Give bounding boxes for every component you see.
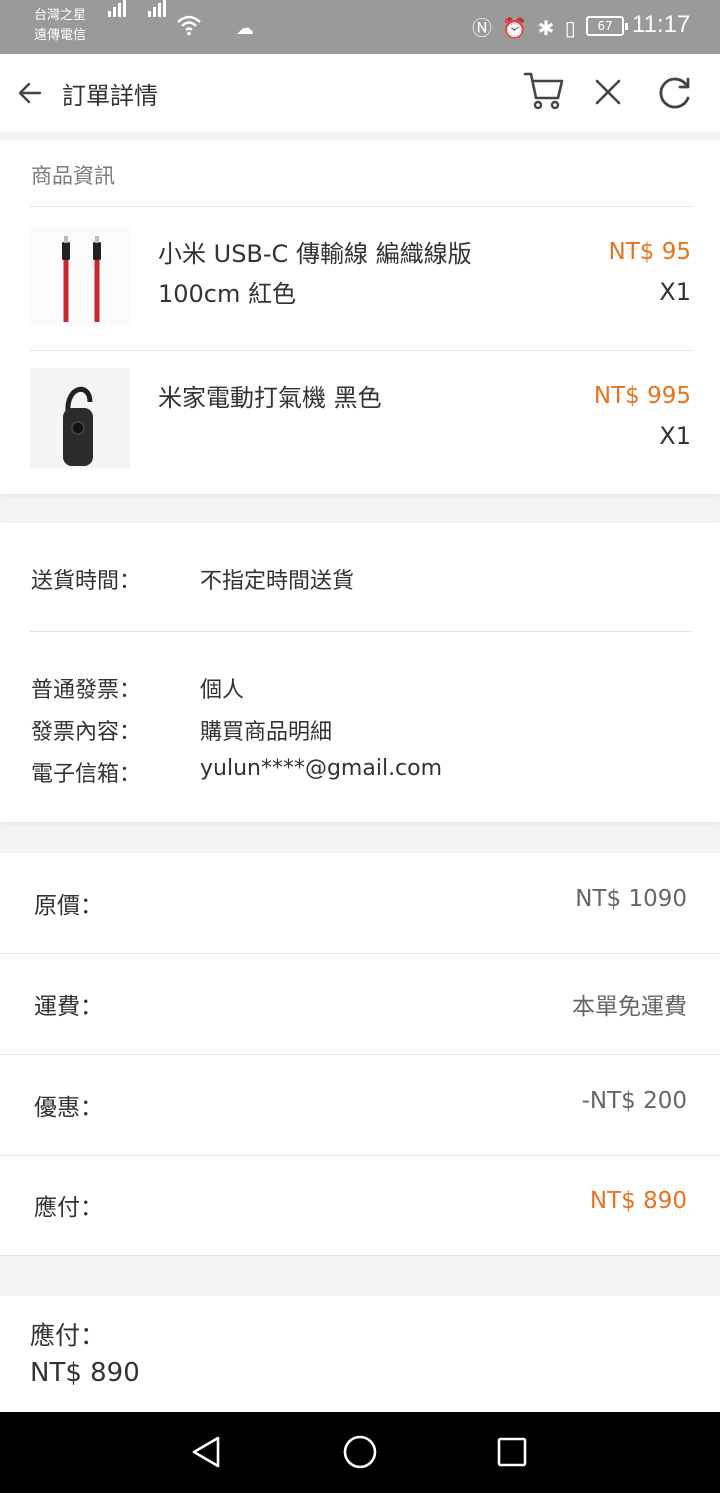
original-price-value: NT$ 1090 — [575, 886, 687, 912]
nav-recents-icon[interactable] — [492, 1432, 532, 1472]
wifi-icon — [177, 15, 201, 36]
refresh-icon[interactable] — [654, 74, 694, 114]
carrier-2: 遠傳電信 — [34, 28, 87, 43]
close-icon[interactable] — [590, 74, 626, 110]
original-price-label: 原價： — [34, 893, 103, 919]
delivery-time-value: 不指定時間送貨 — [200, 569, 355, 594]
invoice-content-label: 發票內容： — [31, 720, 142, 745]
payable-label: 應付： — [34, 1195, 103, 1221]
shipping-row: 運費： 本單免運費 — [0, 954, 720, 1055]
system-status-icons: Ⓝ ⏰ ✱ ▯ — [472, 16, 578, 40]
system-navigation-bar — [0, 1412, 720, 1493]
clock: 11:17 — [632, 11, 691, 38]
product-name[interactable]: 小米 USB-C 傳輸線 編織線版 100cm 紅色 — [158, 234, 518, 314]
section-title: 商品資訊 — [31, 164, 115, 188]
invoice-type-value: 個人 — [200, 678, 245, 703]
invoice-content-value: 購買商品明細 — [200, 720, 333, 745]
bottom-payable-label: 應付： — [30, 1321, 106, 1350]
product-quantity: X1 — [659, 422, 691, 450]
bottom-total-bar: 應付： NT$ 890 — [0, 1296, 720, 1412]
divider — [30, 206, 691, 207]
delivery-time-label: 送貨時間： — [31, 569, 142, 594]
product-section: 商品資訊 小米 USB-C 傳輸線 編織線版 100cm 紅色 NT$ 95 X… — [0, 140, 720, 494]
product-name[interactable]: 米家電動打氣機 黑色 — [158, 378, 518, 418]
weather-icon: ☁ — [236, 18, 254, 39]
bottom-payable-total: NT$ 890 — [30, 1358, 140, 1388]
product-image-usb-cable[interactable] — [30, 226, 130, 326]
app-header: 訂單詳情 — [0, 54, 720, 132]
carrier-1: 台灣之星 — [34, 8, 87, 23]
nav-home-icon[interactable] — [340, 1432, 380, 1472]
cart-icon[interactable] — [522, 68, 566, 112]
email-label: 電子信箱： — [31, 762, 142, 787]
carrier-names: 台灣之星 遠傳電信 — [34, 6, 86, 46]
discount-row: 優惠： -NT$ 200 — [0, 1055, 720, 1156]
product-image-air-pump[interactable] — [30, 368, 130, 468]
divider — [30, 631, 691, 632]
product-quantity: X1 — [659, 278, 691, 306]
shipping-label: 運費： — [34, 994, 103, 1020]
shipping-value: 本單免運費 — [572, 994, 687, 1020]
email-value: yulun****@gmail.com — [200, 756, 443, 781]
product-price: NT$ 95 — [608, 239, 691, 265]
payable-row: 應付： NT$ 890 — [0, 1155, 720, 1256]
discount-label: 優惠： — [34, 1095, 103, 1121]
invoice-type-label: 普通發票： — [31, 678, 142, 703]
back-arrow-icon[interactable] — [14, 76, 48, 110]
status-bar: 台灣之星 遠傳電信 ☁ Ⓝ ⏰ ✱ ▯ 67 11:17 — [0, 0, 720, 54]
battery-icon: 67 — [586, 16, 628, 36]
pricing-section: 原價： NT$ 1090 運費： 本單免運費 優惠： -NT$ 200 應付： … — [0, 853, 720, 1256]
product-price: NT$ 995 — [593, 383, 691, 409]
original-price-row: 原價： NT$ 1090 — [0, 853, 720, 954]
discount-value: -NT$ 200 — [581, 1088, 687, 1114]
payable-value: NT$ 890 — [589, 1188, 687, 1214]
page-title: 訂單詳情 — [62, 82, 158, 110]
nav-back-icon[interactable] — [186, 1432, 226, 1472]
divider — [30, 350, 691, 351]
delivery-invoice-section: 送貨時間： 不指定時間送貨 普通發票： 個人 發票內容： 購買商品明細 電子信箱… — [0, 523, 720, 822]
